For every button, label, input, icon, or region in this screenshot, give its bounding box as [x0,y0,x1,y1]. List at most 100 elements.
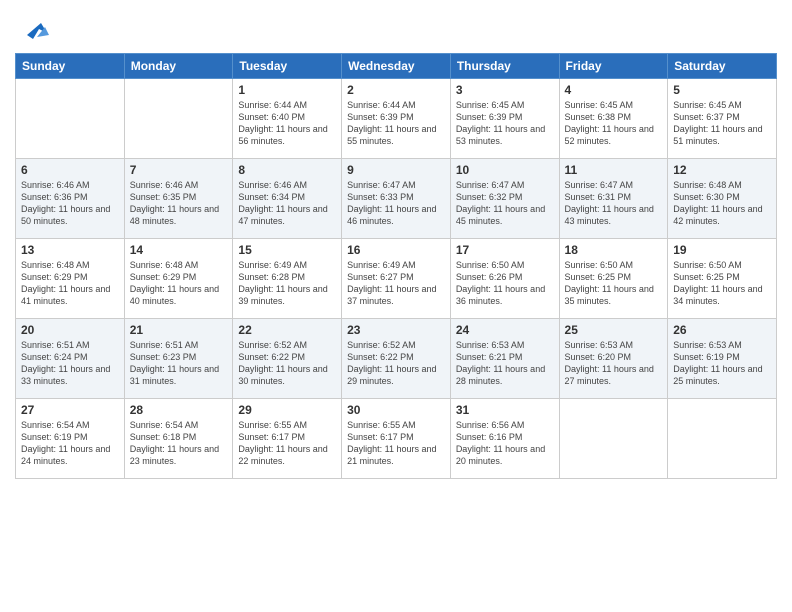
day-info: Sunrise: 6:45 AM Sunset: 6:37 PM Dayligh… [673,99,771,148]
calendar-cell: 19 Sunrise: 6:50 AM Sunset: 6:25 PM Dayli… [668,239,777,319]
day-info: Sunrise: 6:53 AM Sunset: 6:20 PM Dayligh… [565,339,663,388]
day-info: Sunrise: 6:46 AM Sunset: 6:36 PM Dayligh… [21,179,119,228]
weekday-header-saturday: Saturday [668,54,777,79]
day-number: 31 [456,403,554,417]
calendar-cell: 29Sunrise: 6:55 AM Sunset: 6:17 PM Dayli… [233,399,342,479]
day-info: Sunrise: 6:54 AM Sunset: 6:19 PM Dayligh… [21,419,119,468]
week-row-5: 27 Sunrise: 6:54 AM Sunset: 6:19 PM Dayli… [16,399,777,479]
day-number: 22 [238,323,336,337]
calendar-cell: 30 Sunrise: 6:55 AM Sunset: 6:17 PM Dayli… [342,399,451,479]
day-number: 15 [238,243,336,257]
day-info: Sunrise: 6:52 AM Sunset: 6:22 PM Dayligh… [238,339,336,388]
day-info: Sunrise: 6:50 AM Sunset: 6:25 PM Dayligh… [673,259,771,308]
day-info: Sunrise: 6:52 AM Sunset: 6:22 PM Dayligh… [347,339,445,388]
weekday-header-monday: Monday [124,54,233,79]
weekday-header-thursday: Thursday [450,54,559,79]
calendar-cell: 5 Sunrise: 6:45 AM Sunset: 6:37 PM Daylig… [668,79,777,159]
weekday-header-friday: Friday [559,54,668,79]
day-number: 25 [565,323,663,337]
day-info: Sunrise: 6:54 AM Sunset: 6:18 PM Dayligh… [130,419,228,468]
calendar-cell: 2Sunrise: 6:44 AM Sunset: 6:39 PM Daylig… [342,79,451,159]
calendar: SundayMondayTuesdayWednesdayThursdayFrid… [15,53,777,479]
day-number: 26 [673,323,771,337]
day-number: 6 [21,163,119,177]
weekday-header-sunday: Sunday [16,54,125,79]
day-number: 12 [673,163,771,177]
day-number: 16 [347,243,445,257]
day-number: 11 [565,163,663,177]
day-info: Sunrise: 6:47 AM Sunset: 6:33 PM Dayligh… [347,179,445,228]
day-info: Sunrise: 6:46 AM Sunset: 6:35 PM Dayligh… [130,179,228,228]
day-number: 28 [130,403,228,417]
calendar-cell: 16 Sunrise: 6:49 AM Sunset: 6:27 PM Dayli… [342,239,451,319]
calendar-cell: 17 Sunrise: 6:50 AM Sunset: 6:26 PM Dayli… [450,239,559,319]
calendar-cell: 24 Sunrise: 6:53 AM Sunset: 6:21 PM Dayli… [450,319,559,399]
day-info: Sunrise: 6:48 AM Sunset: 6:30 PM Dayligh… [673,179,771,228]
day-number: 1 [238,83,336,97]
day-number: 14 [130,243,228,257]
calendar-cell: 8Sunrise: 6:46 AM Sunset: 6:34 PM Daylig… [233,159,342,239]
calendar-cell: 18 Sunrise: 6:50 AM Sunset: 6:25 PM Dayli… [559,239,668,319]
day-info: Sunrise: 6:45 AM Sunset: 6:39 PM Dayligh… [456,99,554,148]
day-info: Sunrise: 6:45 AM Sunset: 6:38 PM Dayligh… [565,99,663,148]
day-number: 5 [673,83,771,97]
weekday-header-row: SundayMondayTuesdayWednesdayThursdayFrid… [16,54,777,79]
calendar-cell [16,79,125,159]
week-row-1: 1 Sunrise: 6:44 AM Sunset: 6:40 PM Daylig… [16,79,777,159]
day-info: Sunrise: 6:49 AM Sunset: 6:27 PM Dayligh… [347,259,445,308]
day-info: Sunrise: 6:50 AM Sunset: 6:25 PM Dayligh… [565,259,663,308]
logo-text [15,15,49,45]
week-row-2: 6 Sunrise: 6:46 AM Sunset: 6:36 PM Daylig… [16,159,777,239]
day-info: Sunrise: 6:55 AM Sunset: 6:17 PM Dayligh… [347,419,445,468]
day-number: 8 [238,163,336,177]
day-number: 21 [130,323,228,337]
day-number: 18 [565,243,663,257]
day-info: Sunrise: 6:48 AM Sunset: 6:29 PM Dayligh… [130,259,228,308]
day-number: 9 [347,163,445,177]
day-info: Sunrise: 6:53 AM Sunset: 6:19 PM Dayligh… [673,339,771,388]
day-info: Sunrise: 6:56 AM Sunset: 6:16 PM Dayligh… [456,419,554,468]
day-number: 27 [21,403,119,417]
day-number: 30 [347,403,445,417]
calendar-cell: 26 Sunrise: 6:53 AM Sunset: 6:19 PM Dayli… [668,319,777,399]
weekday-header-tuesday: Tuesday [233,54,342,79]
day-number: 17 [456,243,554,257]
calendar-cell [559,399,668,479]
day-info: Sunrise: 6:47 AM Sunset: 6:32 PM Dayligh… [456,179,554,228]
day-number: 2 [347,83,445,97]
calendar-cell: 22 Sunrise: 6:52 AM Sunset: 6:22 PM Dayli… [233,319,342,399]
calendar-cell: 9 Sunrise: 6:47 AM Sunset: 6:33 PM Daylig… [342,159,451,239]
calendar-cell: 10 Sunrise: 6:47 AM Sunset: 6:32 PM Dayli… [450,159,559,239]
calendar-cell: 25 Sunrise: 6:53 AM Sunset: 6:20 PM Dayli… [559,319,668,399]
day-number: 3 [456,83,554,97]
calendar-cell: 27 Sunrise: 6:54 AM Sunset: 6:19 PM Dayli… [16,399,125,479]
day-info: Sunrise: 6:47 AM Sunset: 6:31 PM Dayligh… [565,179,663,228]
day-number: 29 [238,403,336,417]
day-number: 19 [673,243,771,257]
calendar-cell: 1 Sunrise: 6:44 AM Sunset: 6:40 PM Daylig… [233,79,342,159]
day-number: 24 [456,323,554,337]
day-number: 20 [21,323,119,337]
day-number: 4 [565,83,663,97]
calendar-cell: 13Sunrise: 6:48 AM Sunset: 6:29 PM Dayli… [16,239,125,319]
day-info: Sunrise: 6:51 AM Sunset: 6:24 PM Dayligh… [21,339,119,388]
day-number: 7 [130,163,228,177]
day-number: 13 [21,243,119,257]
day-info: Sunrise: 6:50 AM Sunset: 6:26 PM Dayligh… [456,259,554,308]
calendar-cell: 12 Sunrise: 6:48 AM Sunset: 6:30 PM Dayli… [668,159,777,239]
week-row-4: 20 Sunrise: 6:51 AM Sunset: 6:24 PM Dayli… [16,319,777,399]
day-info: Sunrise: 6:49 AM Sunset: 6:28 PM Dayligh… [238,259,336,308]
calendar-cell: 21Sunrise: 6:51 AM Sunset: 6:23 PM Dayli… [124,319,233,399]
calendar-cell: 31 Sunrise: 6:56 AM Sunset: 6:16 PM Dayli… [450,399,559,479]
calendar-cell: 15 Sunrise: 6:49 AM Sunset: 6:28 PM Dayli… [233,239,342,319]
day-info: Sunrise: 6:53 AM Sunset: 6:21 PM Dayligh… [456,339,554,388]
day-info: Sunrise: 6:44 AM Sunset: 6:40 PM Dayligh… [238,99,336,148]
calendar-cell [124,79,233,159]
calendar-cell: 14 Sunrise: 6:48 AM Sunset: 6:29 PM Dayli… [124,239,233,319]
calendar-cell: 3 Sunrise: 6:45 AM Sunset: 6:39 PM Daylig… [450,79,559,159]
calendar-cell: 6 Sunrise: 6:46 AM Sunset: 6:36 PM Daylig… [16,159,125,239]
page-header [15,10,777,45]
weekday-header-wednesday: Wednesday [342,54,451,79]
day-number: 23 [347,323,445,337]
day-number: 10 [456,163,554,177]
